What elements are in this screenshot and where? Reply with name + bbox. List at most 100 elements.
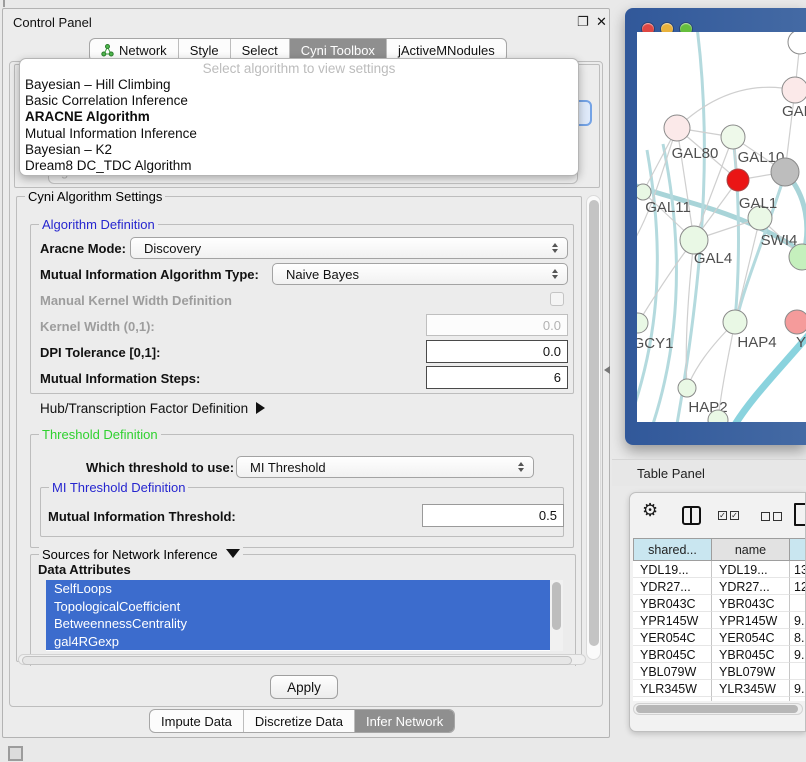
expanded-arrow-icon[interactable] bbox=[226, 549, 240, 558]
hub-definition-toggle[interactable]: Hub/Transcription Factor Definition bbox=[40, 401, 265, 416]
table-row[interactable]: YER054CYER054C8. bbox=[633, 629, 806, 646]
which-threshold-combo[interactable]: MI Threshold bbox=[236, 456, 534, 478]
settings-vscrollbar-thumb[interactable] bbox=[589, 200, 599, 646]
data-attributes-list[interactable]: SelfLoopsTopologicalCoefficientBetweenne… bbox=[46, 580, 558, 651]
network-node[interactable] bbox=[788, 32, 806, 54]
manual-kernel-checkbox[interactable] bbox=[550, 292, 564, 306]
table-cell: YDR27... bbox=[712, 578, 790, 595]
network-node[interactable] bbox=[727, 169, 749, 191]
mi-threshold-field[interactable]: 0.5 bbox=[422, 504, 564, 527]
column-header[interactable]: name bbox=[712, 538, 790, 561]
table-cell: YBR043C bbox=[712, 595, 790, 612]
mi-steps-field[interactable]: 6 bbox=[426, 366, 568, 389]
gear-icon[interactable]: ⚙ bbox=[642, 500, 658, 521]
table-row[interactable]: YPR145WYPR145W9. bbox=[633, 612, 806, 629]
network-node-gal80[interactable] bbox=[664, 115, 690, 141]
network-node-gcy1[interactable] bbox=[637, 313, 648, 333]
tab-infer-network[interactable]: Infer Network bbox=[354, 710, 454, 732]
document-icon[interactable] bbox=[794, 503, 806, 526]
settings-vscrollbar-track[interactable] bbox=[586, 195, 601, 660]
which-threshold-label: Which threshold to use: bbox=[86, 460, 234, 475]
attr-list-scrollbar-track[interactable] bbox=[550, 580, 563, 651]
aracne-mode-combo[interactable]: Discovery bbox=[130, 237, 568, 259]
mi-steps-label: Mutual Information Steps: bbox=[40, 371, 200, 386]
close-icon[interactable]: ✕ bbox=[596, 14, 611, 29]
network-canvas[interactable]: GALGAL80GAL10GAL1GAL11GAL4SWI4GCY1HAP4YH… bbox=[637, 32, 806, 422]
mi-type-combo[interactable]: Naive Bayes bbox=[272, 263, 568, 285]
table-cell: 9. bbox=[790, 612, 806, 629]
table-cell: YBL079W bbox=[712, 663, 790, 680]
cyni-algorithm-settings-title: Cyni Algorithm Settings bbox=[25, 189, 165, 204]
table-cell bbox=[790, 663, 806, 680]
algorithm-dropdown-placeholder: Select algorithm to view settings bbox=[20, 61, 578, 77]
minimized-panel-icon[interactable] bbox=[8, 746, 23, 761]
algorithm-option[interactable]: Mutual Information Inference bbox=[20, 126, 578, 142]
settings-hscrollbar-track[interactable] bbox=[18, 654, 586, 665]
attribute-item[interactable]: SelfLoops bbox=[46, 580, 558, 598]
sources-title: Sources for Network Inference bbox=[39, 547, 243, 562]
kernel-width-field[interactable]: 0.0 bbox=[426, 314, 568, 336]
network-node-label: GCY1 bbox=[637, 335, 673, 352]
attr-list-scrollbar-thumb[interactable] bbox=[552, 582, 561, 630]
columns-icon[interactable] bbox=[682, 506, 701, 525]
table-cell: YER054C bbox=[712, 629, 790, 646]
network-node-gal10[interactable] bbox=[721, 125, 745, 149]
network-node-y[interactable] bbox=[785, 310, 806, 334]
network-node-label: GAL11 bbox=[645, 199, 691, 216]
table-row[interactable]: YIL052CYIL052C9. bbox=[633, 697, 806, 701]
table-cell: YLR345W bbox=[712, 680, 790, 697]
attribute-item[interactable]: TopologicalCoefficient bbox=[46, 598, 558, 616]
tab-discretize-data[interactable]: Discretize Data bbox=[243, 710, 354, 732]
network-view-window[interactable]: GALGAL80GAL10GAL1GAL11GAL4SWI4GCY1HAP4YH… bbox=[625, 8, 806, 445]
dpi-tolerance-field[interactable]: 0.0 bbox=[426, 340, 568, 363]
tab-impute-data[interactable]: Impute Data bbox=[150, 710, 243, 732]
manual-kernel-label: Manual Kernel Width Definition bbox=[40, 293, 232, 308]
algorithm-dropdown[interactable]: Select algorithm to view settings Bayesi… bbox=[19, 58, 579, 176]
network-edge[interactable] bbox=[638, 240, 694, 323]
table-cell: YDL19... bbox=[633, 561, 712, 578]
algorithm-option[interactable]: Bayesian – K2 bbox=[20, 142, 578, 158]
sources-title-text: Sources for Network Inference bbox=[42, 547, 218, 562]
algorithm-option[interactable]: ARACNE Algorithm bbox=[20, 109, 578, 125]
select-all-checks-icon[interactable]: ✓✓ bbox=[718, 511, 739, 520]
network-node-hap2[interactable] bbox=[678, 379, 696, 397]
network-node-hap4[interactable] bbox=[723, 310, 747, 334]
table-hscrollbar-thumb[interactable] bbox=[636, 705, 798, 713]
table-cell: YBR043C bbox=[633, 595, 712, 612]
mi-threshold-label: Mutual Information Threshold: bbox=[48, 509, 236, 524]
attribute-item[interactable]: gal4RGexp bbox=[46, 633, 558, 651]
table-row[interactable]: YDR27...YDR27...12 bbox=[633, 578, 806, 595]
panel-divider-collapse-icon[interactable] bbox=[604, 366, 610, 374]
network-node-gal[interactable] bbox=[782, 77, 806, 103]
table-cell: YDR27... bbox=[633, 578, 712, 595]
table-row[interactable]: YLR345WYLR345W9. bbox=[633, 680, 806, 697]
table-cell: YPR145W bbox=[712, 612, 790, 629]
deselect-all-checks-icon[interactable] bbox=[761, 512, 782, 521]
settings-hscrollbar-thumb[interactable] bbox=[22, 656, 572, 665]
apply-button[interactable]: Apply bbox=[270, 675, 338, 699]
table-row[interactable]: YBR045CYBR045C9. bbox=[633, 646, 806, 663]
network-edge[interactable] bbox=[677, 87, 795, 128]
tab-label: Select bbox=[242, 43, 278, 58]
table-row[interactable]: YBL079WYBL079W bbox=[633, 663, 806, 680]
algorithm-option[interactable]: Basic Correlation Inference bbox=[20, 93, 578, 109]
algorithm-option[interactable]: Dream8 DC_TDC Algorithm bbox=[20, 158, 578, 174]
tab-label: Style bbox=[190, 43, 219, 58]
table-rows[interactable]: YDL19...YDL19...13YDR27...YDR27...12YBR0… bbox=[633, 561, 806, 701]
network-node-gal11[interactable] bbox=[637, 184, 651, 200]
network-node[interactable] bbox=[771, 158, 799, 186]
collapsed-arrow-icon[interactable] bbox=[256, 402, 265, 414]
table-row[interactable]: YDL19...YDL19...13 bbox=[633, 561, 806, 578]
column-header[interactable] bbox=[790, 538, 806, 561]
table-hscrollbar-track[interactable] bbox=[633, 703, 803, 715]
float-window-icon[interactable]: ❐ bbox=[577, 14, 592, 29]
combo-arrows-icon bbox=[552, 269, 558, 279]
network-node-label: GAL80 bbox=[672, 145, 719, 162]
tab-label: Infer Network bbox=[366, 714, 443, 729]
table-row[interactable]: YBR043CYBR043C bbox=[633, 595, 806, 612]
column-header[interactable]: shared... bbox=[633, 538, 712, 561]
table-panel: ⚙ ✓✓ shared...name YDL19...YDL19...13YDR… bbox=[629, 492, 806, 732]
algorithm-option[interactable]: Bayesian – Hill Climbing bbox=[20, 77, 578, 93]
attribute-item[interactable]: BetweennessCentrality bbox=[46, 615, 558, 633]
combo-arrows-icon bbox=[552, 243, 558, 253]
